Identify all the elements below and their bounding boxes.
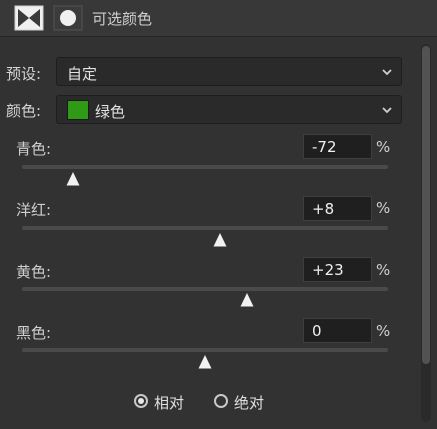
adjustment-layer-icon[interactable]: [14, 5, 44, 31]
black-label: 黑色:: [16, 324, 52, 342]
black-percent-unit: %: [376, 322, 391, 340]
black-input[interactable]: 0: [303, 318, 372, 343]
yellow-slider-track[interactable]: [22, 287, 388, 291]
yellow-slider-thumb[interactable]: [240, 293, 254, 307]
colors-dropdown[interactable]: 绿色: [56, 95, 402, 124]
black-value: 0: [312, 322, 322, 340]
colors-label: 颜色:: [6, 102, 42, 120]
preset-value: 自定: [67, 65, 98, 83]
chevron-down-icon: [382, 69, 392, 76]
cyan-percent-unit: %: [376, 138, 391, 156]
yellow-value: +23: [312, 261, 344, 279]
black-slider-track[interactable]: [22, 348, 388, 352]
absolute-label: 绝对: [234, 394, 265, 412]
layer-mask-icon[interactable]: [53, 5, 83, 31]
magenta-input[interactable]: +8: [303, 196, 372, 221]
cyan-slider-track[interactable]: [22, 165, 388, 169]
yellow-percent-unit: %: [376, 261, 391, 279]
chevron-down-icon: [382, 107, 392, 114]
magenta-slider-track[interactable]: [22, 226, 388, 230]
preset-label: 预设:: [6, 65, 42, 83]
black-slider-thumb[interactable]: [198, 355, 212, 369]
cyan-value: -72: [312, 138, 337, 156]
panel-scrollbar[interactable]: [421, 44, 431, 422]
magenta-percent-unit: %: [376, 199, 391, 217]
yellow-input[interactable]: +23: [303, 257, 372, 282]
magenta-slider-thumb[interactable]: [213, 233, 227, 247]
magenta-value: +8: [312, 200, 335, 218]
panel-title: 可选颜色: [92, 10, 153, 28]
colors-value: 绿色: [95, 103, 126, 121]
scrollbar-thumb[interactable]: [422, 46, 430, 364]
radio-unchecked-icon: [214, 394, 228, 408]
relative-label: 相对: [154, 394, 185, 412]
radio-checked-icon: [134, 394, 148, 408]
preset-dropdown[interactable]: 自定: [56, 57, 402, 86]
magenta-label: 洋红:: [16, 201, 52, 219]
cyan-slider-thumb[interactable]: [66, 172, 80, 186]
properties-header: 可选颜色: [0, 0, 437, 37]
yellow-label: 黄色:: [16, 263, 52, 281]
cyan-label: 青色:: [16, 140, 52, 158]
cyan-input[interactable]: -72: [303, 134, 372, 159]
color-swatch: [67, 100, 89, 120]
